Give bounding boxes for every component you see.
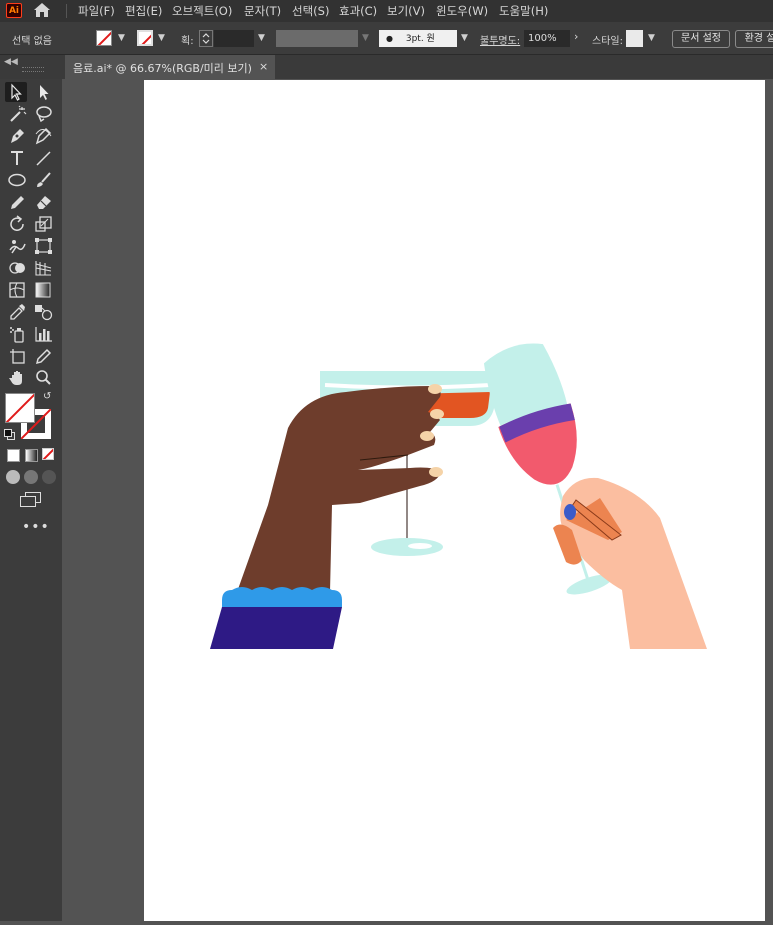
rotate-tool[interactable] xyxy=(7,214,29,234)
slice-tool[interactable] xyxy=(33,346,55,366)
fill-color-box[interactable] xyxy=(5,393,35,423)
document-tab[interactable]: 음료.ai* @ 66.67%(RGB/미리 보기) × xyxy=(65,55,275,79)
chevron-down-icon[interactable]: ▼ xyxy=(258,33,265,43)
column-graph-tool[interactable] xyxy=(33,324,55,344)
stroke-weight-stepper[interactable] xyxy=(199,30,213,47)
more-tools-icon[interactable]: ••• xyxy=(22,519,50,535)
menu-separator xyxy=(66,4,67,18)
puppet-warp-tool[interactable] xyxy=(7,236,29,256)
artboard xyxy=(144,80,765,921)
pencil-tool[interactable] xyxy=(7,192,29,212)
opacity-input[interactable]: 100% xyxy=(524,30,570,47)
eraser-tool[interactable] xyxy=(33,192,55,212)
stroke-weight-input[interactable] xyxy=(214,30,254,47)
chevron-down-icon[interactable]: ▼ xyxy=(362,33,369,43)
sleeve xyxy=(210,607,342,649)
fingernail xyxy=(430,409,444,419)
type-tool[interactable] xyxy=(7,148,29,168)
gradient-tool[interactable] xyxy=(33,280,55,300)
pen-tool[interactable] xyxy=(7,126,29,146)
paintbrush-tool[interactable] xyxy=(33,170,55,190)
fill-swatch[interactable] xyxy=(96,30,112,46)
chevron-down-icon[interactable]: ▼ xyxy=(118,33,125,43)
opacity-label[interactable]: 불투명도: xyxy=(480,32,520,47)
menu-window[interactable]: 윈도우(W) xyxy=(436,3,488,19)
selection-tool[interactable] xyxy=(5,82,27,102)
drink-illustration xyxy=(210,343,707,649)
chevron-right-icon[interactable]: › xyxy=(574,30,578,43)
stroke-swatch[interactable] xyxy=(137,30,153,46)
fingernail xyxy=(420,431,434,441)
menu-select[interactable]: 선택(S) xyxy=(292,3,329,19)
style-label: 스타일: xyxy=(592,36,623,47)
tools-panel: ↺ ••• xyxy=(0,79,62,921)
magic-wand-tool[interactable] xyxy=(7,104,29,124)
shape-builder-tool[interactable] xyxy=(7,258,29,278)
coupe-glass-base xyxy=(371,538,443,556)
document-setup-button[interactable]: 문서 설정 xyxy=(672,30,730,48)
document-tab-title: 음료.ai* @ 66.67%(RGB/미리 보기) xyxy=(73,62,252,75)
brush-dot-icon: ● xyxy=(386,34,393,43)
control-bar: 선택 없음 ▼ ▼ 획: ▼ ▼ ● 3pt. 원 ▼ 불투명도: 100% ›… xyxy=(0,22,773,55)
fingernail xyxy=(429,467,443,477)
lasso-tool[interactable] xyxy=(33,104,55,124)
brush-definition[interactable]: ● 3pt. 원 xyxy=(379,30,457,47)
free-transform-tool[interactable] xyxy=(33,236,55,256)
preferences-button[interactable]: 환경 설 xyxy=(735,30,773,48)
color-mode-gradient-icon[interactable] xyxy=(25,449,38,462)
app-logo: Ai xyxy=(6,3,22,18)
menu-file[interactable]: 파일(F) xyxy=(78,3,115,19)
blue-fingernail xyxy=(564,504,576,520)
line-segment-tool[interactable] xyxy=(33,148,55,168)
scale-tool[interactable] xyxy=(33,214,55,234)
artboard-tool[interactable] xyxy=(7,346,29,366)
symbol-sprayer-tool[interactable] xyxy=(7,324,29,344)
collapse-panel-icon[interactable]: ◀◀ xyxy=(4,57,18,67)
chevron-down-icon[interactable]: ▼ xyxy=(158,33,165,43)
panel-grip[interactable] xyxy=(22,67,44,72)
menu-object[interactable]: 오브젝트(O) xyxy=(172,3,232,19)
default-colors-icon[interactable] xyxy=(4,429,15,440)
menu-view[interactable]: 보기(V) xyxy=(387,3,425,19)
perspective-grid-tool[interactable] xyxy=(33,258,55,278)
screen-mode-icon[interactable] xyxy=(20,492,41,507)
curvature-tool[interactable] xyxy=(33,126,55,146)
fingernail xyxy=(428,384,442,394)
coupe-glass-base-highlight xyxy=(408,543,432,549)
eyedropper-tool[interactable] xyxy=(7,302,29,322)
style-swatch[interactable] xyxy=(626,30,643,47)
color-mode-color-icon[interactable] xyxy=(7,449,20,462)
home-icon[interactable] xyxy=(33,2,51,21)
blend-tool[interactable] xyxy=(33,302,55,322)
menu-edit[interactable]: 편집(E) xyxy=(125,3,162,19)
variable-width-profile[interactable] xyxy=(276,30,358,47)
document-tab-bar: ◀◀ 음료.ai* @ 66.67%(RGB/미리 보기) × xyxy=(0,55,773,79)
sleeve-cuff xyxy=(222,587,342,607)
fill-stroke-widget[interactable]: ↺ xyxy=(3,391,55,443)
color-mode-none-icon[interactable] xyxy=(42,448,54,460)
menu-bar: Ai 파일(F) 편집(E) 오브젝트(O) 문자(T) 선택(S) 효과(C)… xyxy=(0,0,773,22)
dark-hand xyxy=(237,386,441,592)
swap-fill-stroke-icon[interactable]: ↺ xyxy=(43,391,51,402)
menu-type[interactable]: 문자(T) xyxy=(244,3,281,19)
menu-effect[interactable]: 효과(C) xyxy=(339,3,377,19)
direct-selection-tool[interactable] xyxy=(33,82,55,102)
zoom-tool[interactable] xyxy=(33,368,55,388)
chevron-down-icon[interactable]: ▼ xyxy=(648,33,655,43)
mesh-tool[interactable] xyxy=(7,280,29,300)
ellipse-tool[interactable] xyxy=(7,170,29,190)
chevron-down-icon[interactable]: ▼ xyxy=(461,33,468,43)
selection-status: 선택 없음 xyxy=(12,36,52,47)
draw-behind-icon[interactable] xyxy=(24,470,38,484)
brush-value: 3pt. 원 xyxy=(405,34,435,44)
hand-tool[interactable] xyxy=(7,368,29,388)
stroke-label: 획: xyxy=(181,36,194,47)
close-icon[interactable]: × xyxy=(259,60,268,73)
draw-normal-icon[interactable] xyxy=(6,470,20,484)
menu-help[interactable]: 도움말(H) xyxy=(499,3,548,19)
draw-inside-icon[interactable] xyxy=(42,470,56,484)
